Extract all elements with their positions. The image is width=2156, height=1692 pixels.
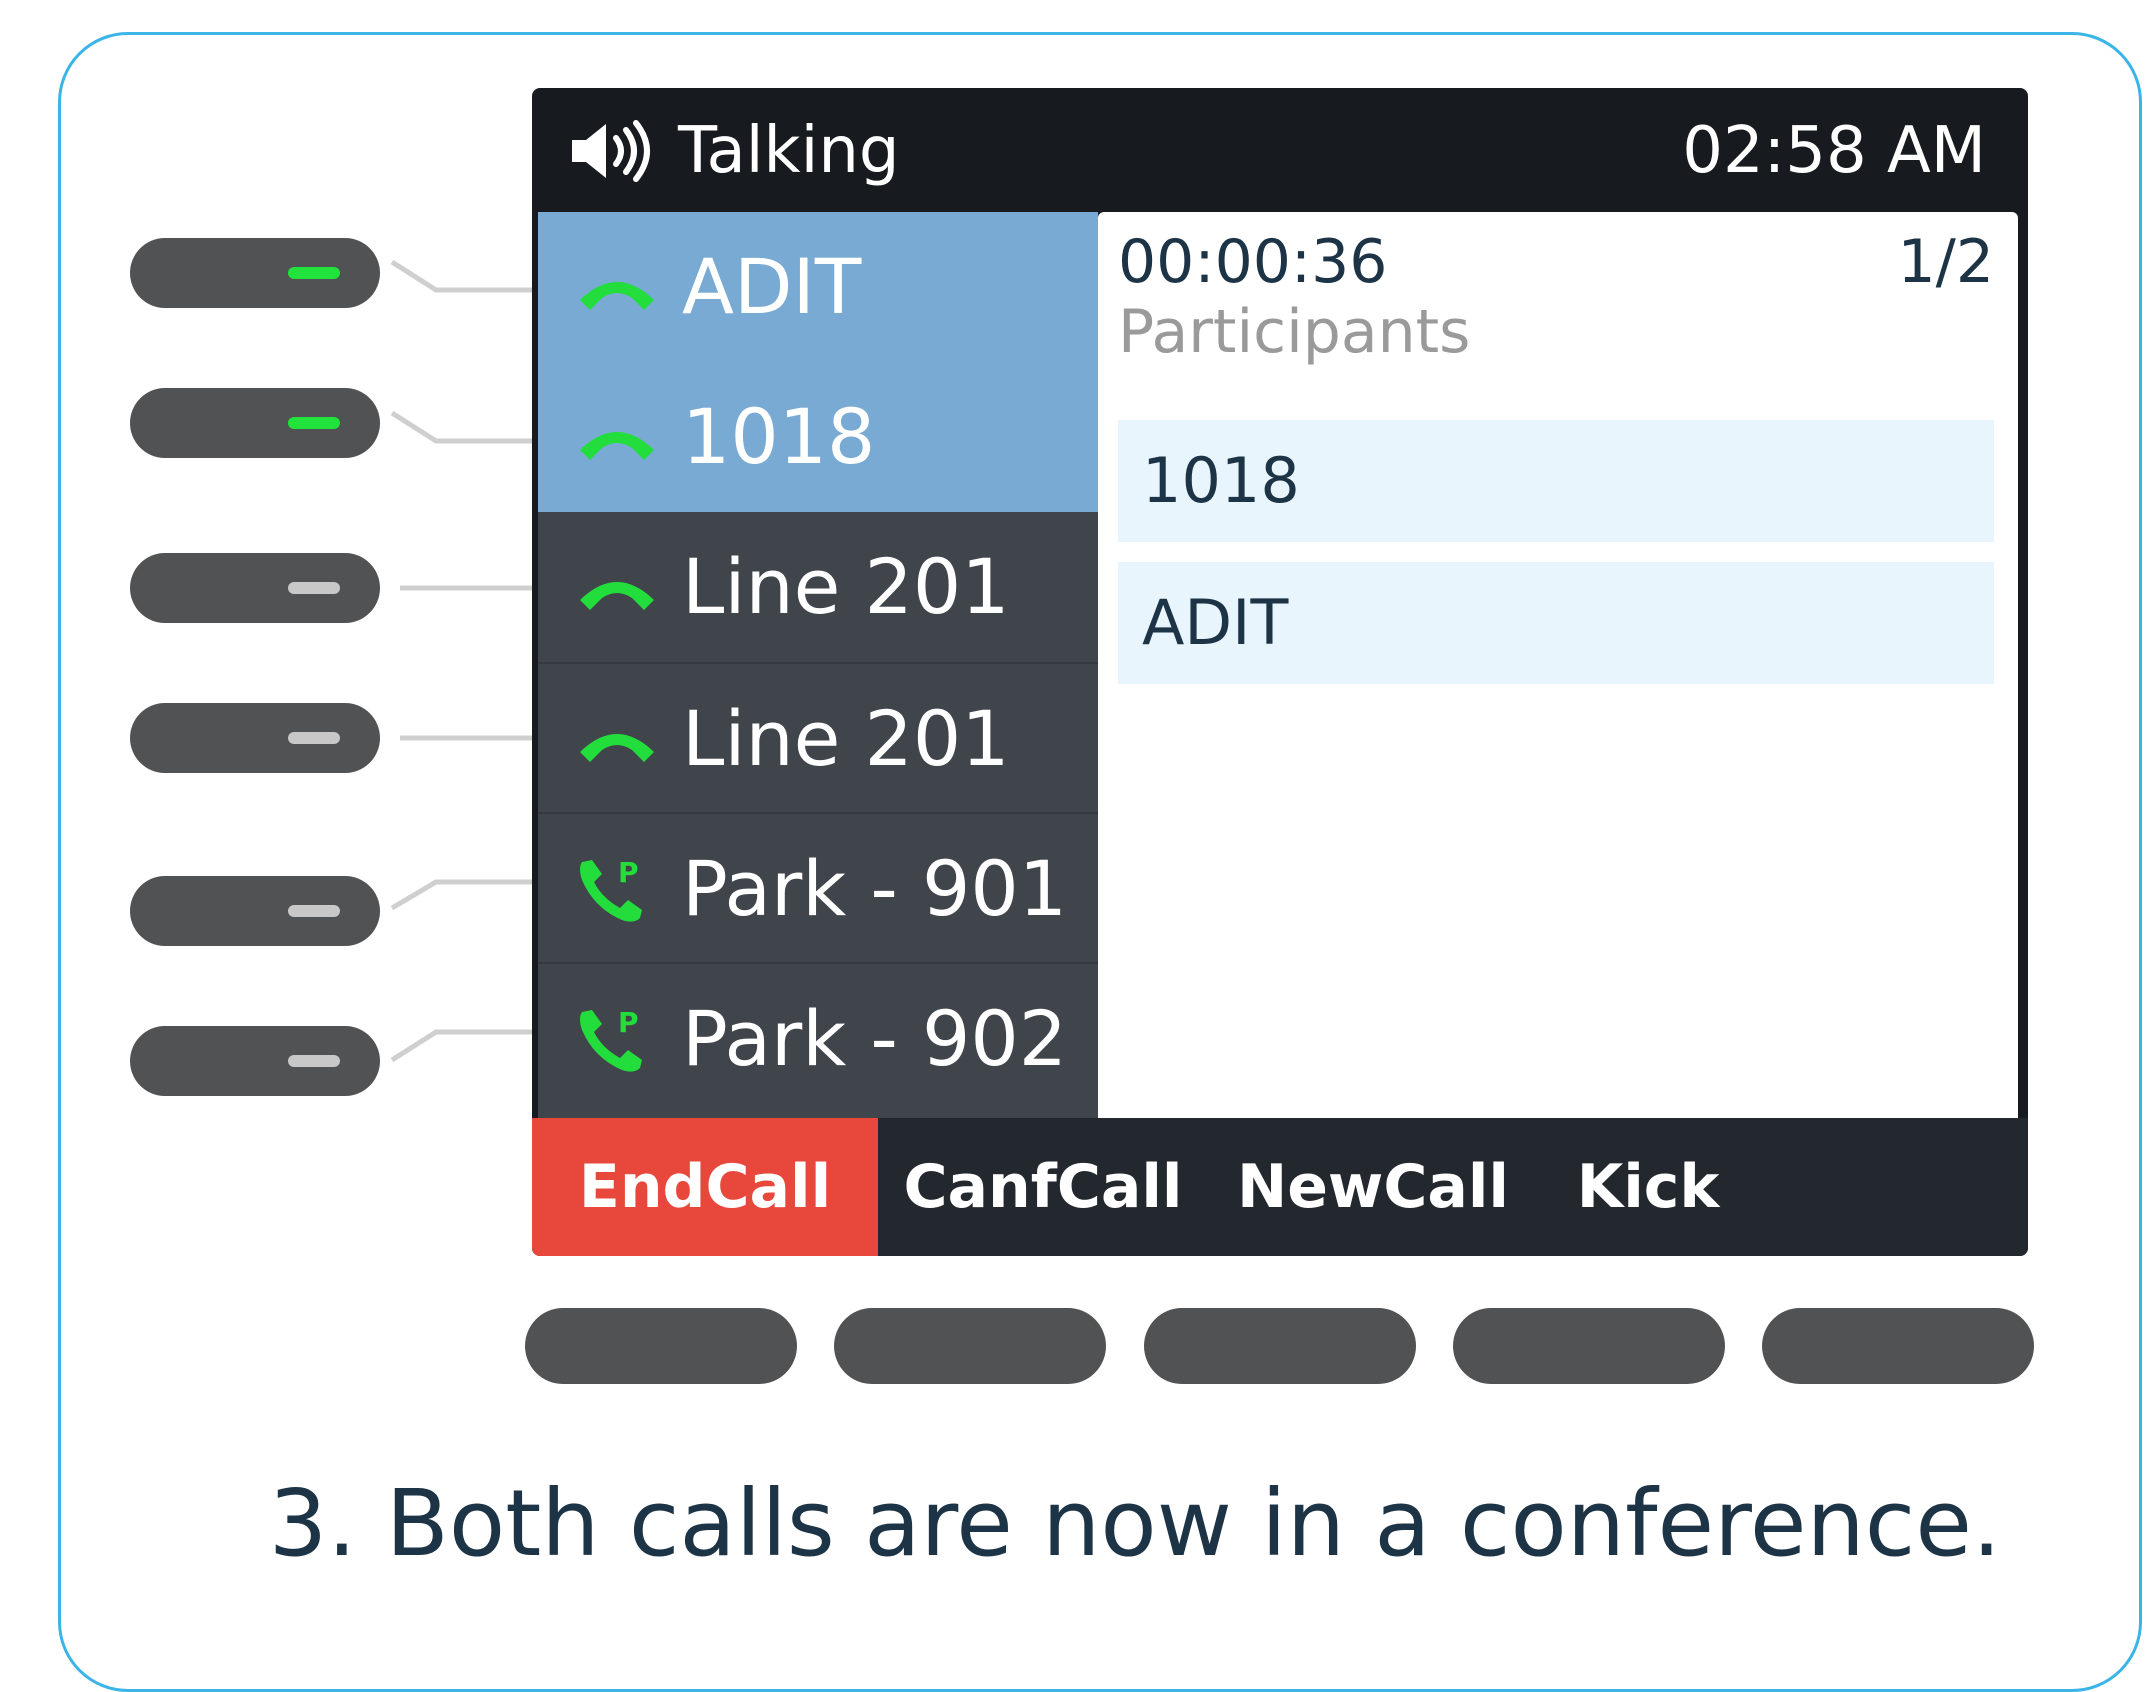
participant-row[interactable]: ADIT: [1118, 562, 1994, 684]
park-phone-icon: P: [580, 856, 642, 922]
new-call-softkey[interactable]: NewCall: [1208, 1118, 1538, 1256]
hardware-softkey-5[interactable]: [1762, 1308, 2034, 1384]
line-label: Park - 901: [682, 844, 1068, 933]
hardware-softkey-3[interactable]: [1144, 1308, 1416, 1384]
call-duration: 00:00:36: [1118, 227, 1388, 297]
line-item-park-901[interactable]: P Park - 901: [538, 812, 1098, 962]
line-label: Line 201: [682, 694, 1010, 783]
call-state-text: Talking: [678, 114, 900, 188]
kick-softkey[interactable]: Kick: [1538, 1118, 1758, 1256]
end-call-softkey[interactable]: EndCall: [532, 1118, 878, 1256]
conf-call-softkey[interactable]: CanfCall: [878, 1118, 1208, 1256]
call-detail-panel: 00:00:36 1/2 Participants 1018 ADIT: [1098, 212, 2018, 1206]
line-key-button-1[interactable]: [130, 238, 380, 308]
line-led-5: [288, 905, 340, 917]
hardware-softkey-1[interactable]: [525, 1308, 797, 1384]
line-label: Line 201: [682, 542, 1010, 631]
status-bar: Talking 02:58 AM: [532, 88, 2028, 212]
line-key-button-4[interactable]: [130, 703, 380, 773]
line-list: ADIT 1018 Line 201 Line 201 P Park - 901…: [538, 212, 1098, 1206]
participant-row[interactable]: 1018: [1118, 420, 1994, 542]
participant-name: 1018: [1142, 444, 1300, 517]
line-key-button-6[interactable]: [130, 1026, 380, 1096]
step-caption: 3. Both calls are now in a conference.: [268, 1470, 2002, 1577]
svg-text:P: P: [618, 1006, 639, 1039]
participant-name: ADIT: [1142, 586, 1289, 659]
line-label: 1018: [682, 392, 876, 481]
line-led-2: [288, 417, 340, 429]
speaker-icon: [572, 120, 650, 182]
line-led-3: [288, 582, 340, 594]
handset-icon: [580, 734, 654, 762]
handset-icon: [580, 282, 654, 310]
phone-screen: Talking 02:58 AM ADIT 1018 Line 201 Line…: [532, 88, 2028, 1256]
svg-text:P: P: [618, 856, 639, 889]
line-label: ADIT: [682, 242, 862, 331]
line-key-button-3[interactable]: [130, 553, 380, 623]
hardware-softkey-4[interactable]: [1453, 1308, 1725, 1384]
line-item-line-201-a[interactable]: Line 201: [538, 512, 1098, 662]
line-led-4: [288, 732, 340, 744]
line-item-1018[interactable]: 1018: [538, 362, 1098, 512]
line-label: Park - 902: [682, 994, 1068, 1083]
softkey-bar: EndCall CanfCall NewCall Kick: [532, 1118, 2028, 1256]
participants-heading: Participants: [1118, 297, 1471, 367]
line-item-adit[interactable]: ADIT: [538, 212, 1098, 362]
clock: 02:58 AM: [1682, 114, 1986, 188]
line-key-button-2[interactable]: [130, 388, 380, 458]
line-led-6: [288, 1055, 340, 1067]
page-indicator: 1/2: [1897, 227, 1994, 297]
line-key-button-5[interactable]: [130, 876, 380, 946]
hardware-softkey-2[interactable]: [834, 1308, 1106, 1384]
line-led-1: [288, 267, 340, 279]
handset-icon: [580, 582, 654, 610]
handset-icon: [580, 432, 654, 460]
line-item-line-201-b[interactable]: Line 201: [538, 662, 1098, 812]
park-phone-icon: P: [580, 1006, 642, 1072]
line-item-park-902[interactable]: P Park - 902: [538, 962, 1098, 1112]
